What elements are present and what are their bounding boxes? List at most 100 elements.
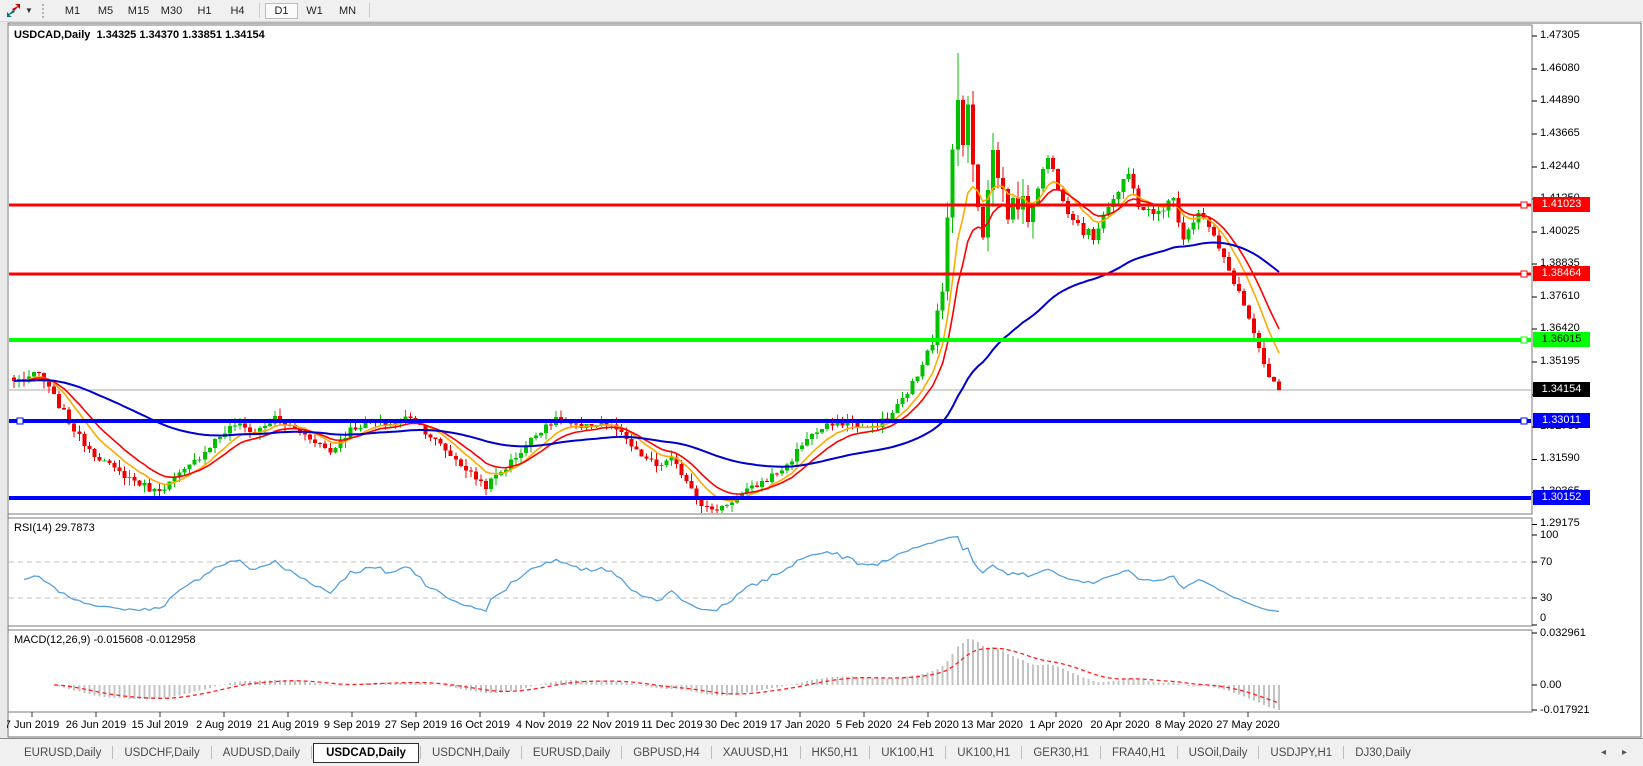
candle-body — [529, 438, 533, 446]
timeframe-button-h4[interactable]: H4 — [221, 3, 254, 19]
chart-tab-eurusd-5[interactable]: EURUSD,Daily — [523, 743, 620, 763]
candle-body — [1187, 229, 1191, 239]
rsi-axis-tick: 70 — [1540, 556, 1552, 568]
candle-body — [97, 457, 101, 461]
candle-body — [820, 429, 824, 432]
chart-tab-eurusd-0[interactable]: EURUSD,Daily — [14, 743, 111, 763]
candle-body — [404, 417, 408, 419]
candle-body — [896, 404, 900, 413]
candle-body — [710, 506, 714, 509]
tab-separator — [1021, 746, 1022, 759]
candle-body — [1192, 222, 1196, 229]
chart-tab-xauusd-7[interactable]: XAUUSD,H1 — [713, 743, 799, 763]
candle-body — [1227, 257, 1231, 270]
candle-body — [911, 381, 915, 394]
timeframe-toolbar: ▼ M1M5M15M30H1H4 D1W1MN — [0, 0, 1643, 22]
chart-tab-audusd-2[interactable]: AUDUSD,Daily — [213, 743, 310, 763]
candle-body — [32, 372, 36, 376]
candle-body — [308, 434, 312, 439]
candle-body — [830, 424, 834, 426]
chart-tab-uk100-9[interactable]: UK100,H1 — [871, 743, 944, 763]
candle-body — [163, 489, 167, 491]
candle-body — [494, 475, 498, 478]
candle-body — [991, 150, 995, 190]
candle-body — [770, 474, 774, 482]
candle-body — [685, 475, 689, 481]
candle-body — [132, 477, 136, 481]
chart-canvas[interactable] — [0, 0, 1643, 766]
candle-body — [233, 425, 237, 426]
tab-scroll-left-icon[interactable]: ◂ — [1601, 747, 1606, 758]
candle-body — [619, 429, 623, 432]
candle-body — [1242, 291, 1246, 305]
candle-body — [901, 398, 905, 404]
timeframe-button-d1[interactable]: D1 — [265, 3, 298, 19]
candle-body — [52, 386, 56, 394]
chart-tab-usdjpy-14[interactable]: USDJPY,H1 — [1260, 743, 1342, 763]
candle-body — [213, 439, 217, 448]
candle-body — [62, 408, 66, 410]
chart-tab-hk50-8[interactable]: HK50,H1 — [802, 743, 869, 763]
candle-body — [1046, 158, 1050, 169]
toolbar-drag-handle[interactable] — [42, 4, 49, 18]
timeframe-button-mn[interactable]: MN — [331, 3, 364, 19]
candle-body — [574, 423, 578, 424]
candle-body — [469, 471, 473, 472]
candle-body — [941, 291, 945, 310]
timeframe-button-w1[interactable]: W1 — [298, 3, 331, 19]
chart-tab-usoil-13[interactable]: USOil,Daily — [1179, 743, 1258, 763]
price-axis-tick: 1.40025 — [1540, 225, 1580, 237]
chart-tab-uk100-10[interactable]: UK100,H1 — [947, 743, 1020, 763]
tab-scroll-right-icon[interactable]: ▸ — [1622, 747, 1627, 758]
chart-tab-usdcad-3[interactable]: USDCAD,Daily — [313, 743, 419, 763]
tab-separator — [1177, 746, 1178, 759]
line-handle[interactable] — [1521, 271, 1527, 277]
candle-body — [153, 489, 157, 491]
timeframe-button-m5[interactable]: M5 — [89, 3, 122, 19]
line-handle[interactable] — [1521, 337, 1527, 343]
price-axis-tick: 1.37610 — [1540, 290, 1580, 302]
candle-body — [57, 394, 61, 408]
candle-body — [519, 453, 523, 458]
candle-body — [193, 460, 197, 465]
candle-body — [514, 458, 518, 460]
macd-indicator-label: MACD(12,26,9) -0.015608 -0.012958 — [14, 634, 196, 646]
timeframe-button-m1[interactable]: M1 — [56, 3, 89, 19]
toolbar-dropdown-caret-icon[interactable]: ▼ — [23, 6, 35, 15]
candle-body — [680, 464, 684, 475]
timeframe-button-m15[interactable]: M15 — [122, 3, 155, 19]
chart-tab-dj30-15[interactable]: DJ30,Daily — [1345, 743, 1421, 763]
candle-body — [183, 469, 187, 473]
line-handle[interactable] — [1521, 418, 1527, 424]
price-arrows-icon[interactable] — [3, 2, 23, 20]
candle-body — [720, 506, 724, 511]
chart-tab-fra40-12[interactable]: FRA40,H1 — [1102, 743, 1176, 763]
candle-body — [926, 351, 930, 365]
candle-body — [474, 471, 478, 479]
line-handle[interactable] — [17, 418, 23, 424]
timeframe-button-m30[interactable]: M30 — [155, 3, 188, 19]
tab-separator — [420, 746, 421, 759]
candle-body — [1016, 198, 1020, 209]
candle-body — [82, 434, 86, 446]
candle-body — [549, 425, 553, 426]
candle-body — [107, 460, 111, 462]
candle-body — [77, 432, 81, 434]
timeframe-button-h1[interactable]: H1 — [188, 3, 221, 19]
chart-tab-gbpusd-6[interactable]: GBPUSD,H4 — [623, 743, 709, 763]
line-handle[interactable] — [1521, 202, 1527, 208]
candle-body — [328, 448, 332, 453]
candle-body — [303, 433, 307, 434]
candle-body — [1091, 229, 1095, 240]
candle-body — [1262, 348, 1266, 364]
chart-tab-usdcnh-4[interactable]: USDCNH,Daily — [422, 743, 520, 763]
candle-body — [484, 481, 488, 489]
candle-body — [1011, 198, 1015, 220]
chart-tab-ger30-11[interactable]: GER30,H1 — [1023, 743, 1099, 763]
candle-body — [1272, 377, 1276, 382]
candle-body — [725, 505, 729, 506]
candle-body — [459, 460, 463, 467]
candle-body — [138, 481, 142, 486]
chart-tab-usdchf-1[interactable]: USDCHF,Daily — [114, 743, 209, 763]
candle-body — [444, 444, 448, 451]
